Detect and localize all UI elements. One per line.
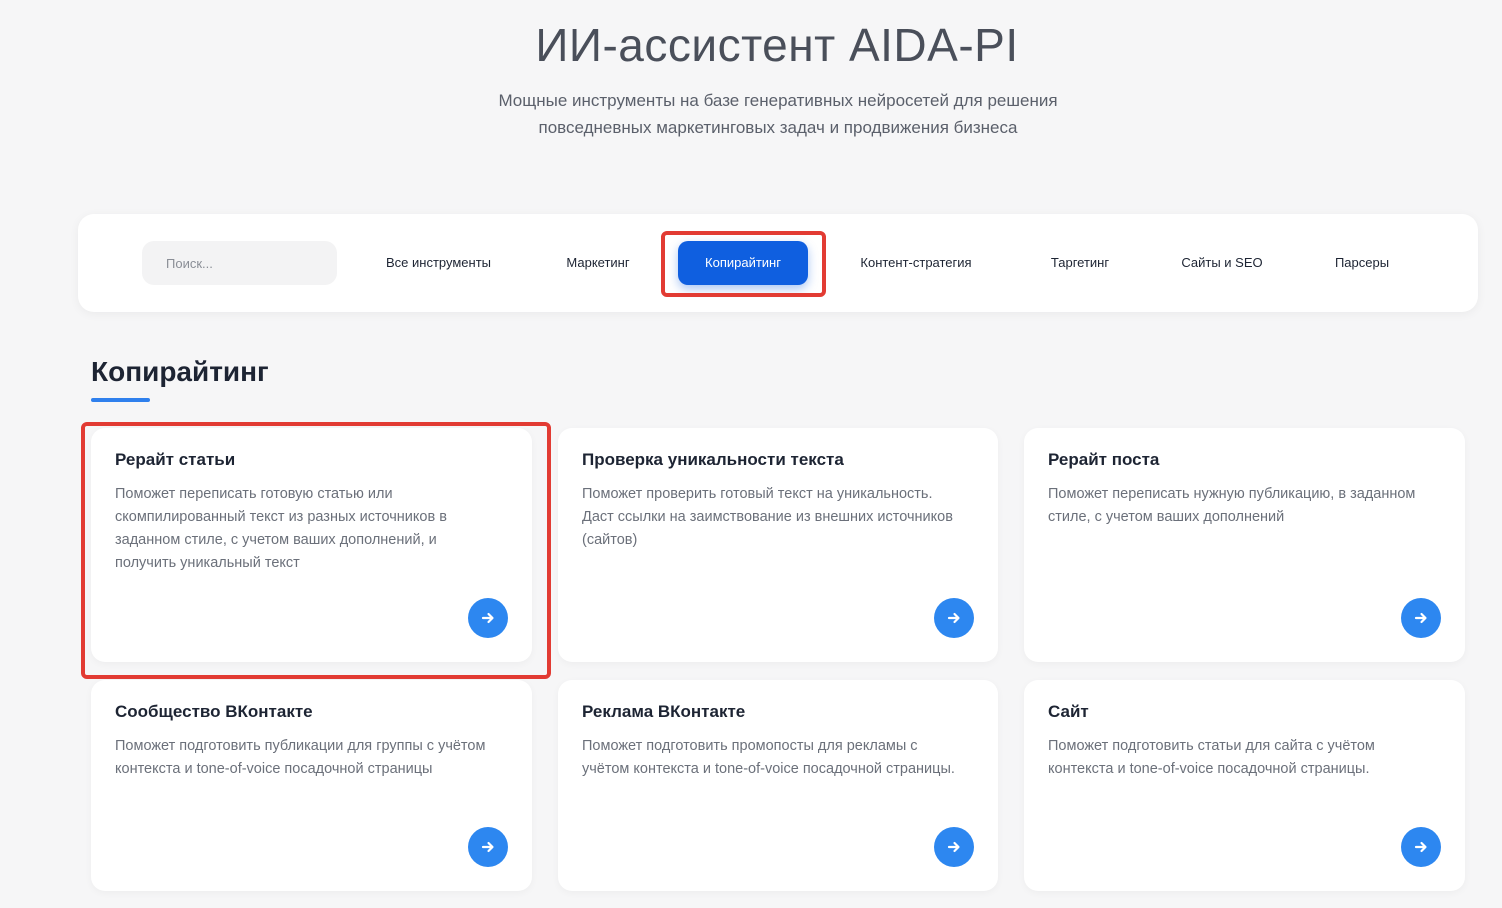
card-title: Реклама ВКонтакте	[582, 702, 746, 721]
arrow-right-icon	[481, 612, 494, 624]
arrow-right-icon	[947, 612, 960, 624]
search-input[interactable]	[142, 241, 337, 285]
card-description: Поможет подготовить публикации для групп…	[115, 738, 486, 777]
card-vk-ads[interactable]: Реклама ВКонтакте Поможет подготовить пр…	[558, 680, 998, 891]
card-title: Сайт	[1048, 702, 1089, 721]
tab-targeting[interactable]: Таргетинг	[1030, 241, 1130, 285]
tab-parsers[interactable]: Парсеры	[1318, 241, 1406, 285]
card-title: Рерайт статьи	[115, 450, 236, 469]
card-title: Рерайт поста	[1048, 450, 1160, 469]
arrow-right-icon	[1414, 841, 1427, 853]
page-subtitle: Мощные инструменты на базе генеративных …	[498, 91, 1058, 137]
page-title: ИИ-ассистент AIDA-PI	[535, 19, 1019, 71]
open-tool-button[interactable]	[468, 598, 508, 638]
arrow-right-icon	[481, 841, 494, 853]
tab-marketing[interactable]: Маркетинг	[548, 241, 648, 285]
tab-sites-seo[interactable]: Сайты и SEO	[1164, 241, 1280, 285]
open-tool-button[interactable]	[1401, 598, 1441, 638]
open-tool-button[interactable]	[1401, 827, 1441, 867]
section-title: Копирайтинг	[91, 356, 269, 387]
arrow-right-icon	[1414, 612, 1427, 624]
card-description: Поможет проверить готовый текст на уника…	[582, 486, 953, 548]
open-tool-button[interactable]	[468, 827, 508, 867]
section-underline	[91, 398, 150, 402]
card-vk-community[interactable]: Сообщество ВКонтакте Поможет подготовить…	[91, 680, 532, 891]
card-description: Поможет подготовить промопосты для рекла…	[582, 738, 955, 777]
card-post-rewrite[interactable]: Рерайт поста Поможет переписать нужную п…	[1024, 428, 1465, 662]
card-article-rewrite[interactable]: Рерайт статьи Поможет переписать готовую…	[91, 428, 532, 662]
card-title: Проверка уникальности текста	[582, 450, 844, 469]
card-website[interactable]: Сайт Поможет подготовить статьи для сайт…	[1024, 680, 1465, 891]
tab-all-tools[interactable]: Все инструменты	[368, 241, 509, 285]
open-tool-button[interactable]	[934, 827, 974, 867]
card-title: Сообщество ВКонтакте	[115, 702, 313, 721]
open-tool-button[interactable]	[934, 598, 974, 638]
card-description: Поможет переписать готовую статью или ск…	[115, 486, 447, 571]
tab-copywriting[interactable]: Копирайтинг	[678, 241, 808, 285]
card-description: Поможет переписать нужную публикацию, в …	[1048, 486, 1416, 525]
card-uniqueness-check[interactable]: Проверка уникальности текста Поможет про…	[558, 428, 998, 662]
arrow-right-icon	[947, 841, 960, 853]
card-description: Поможет подготовить статьи для сайта с у…	[1048, 738, 1375, 777]
tab-content-strategy[interactable]: Контент-стратегия	[838, 241, 994, 285]
